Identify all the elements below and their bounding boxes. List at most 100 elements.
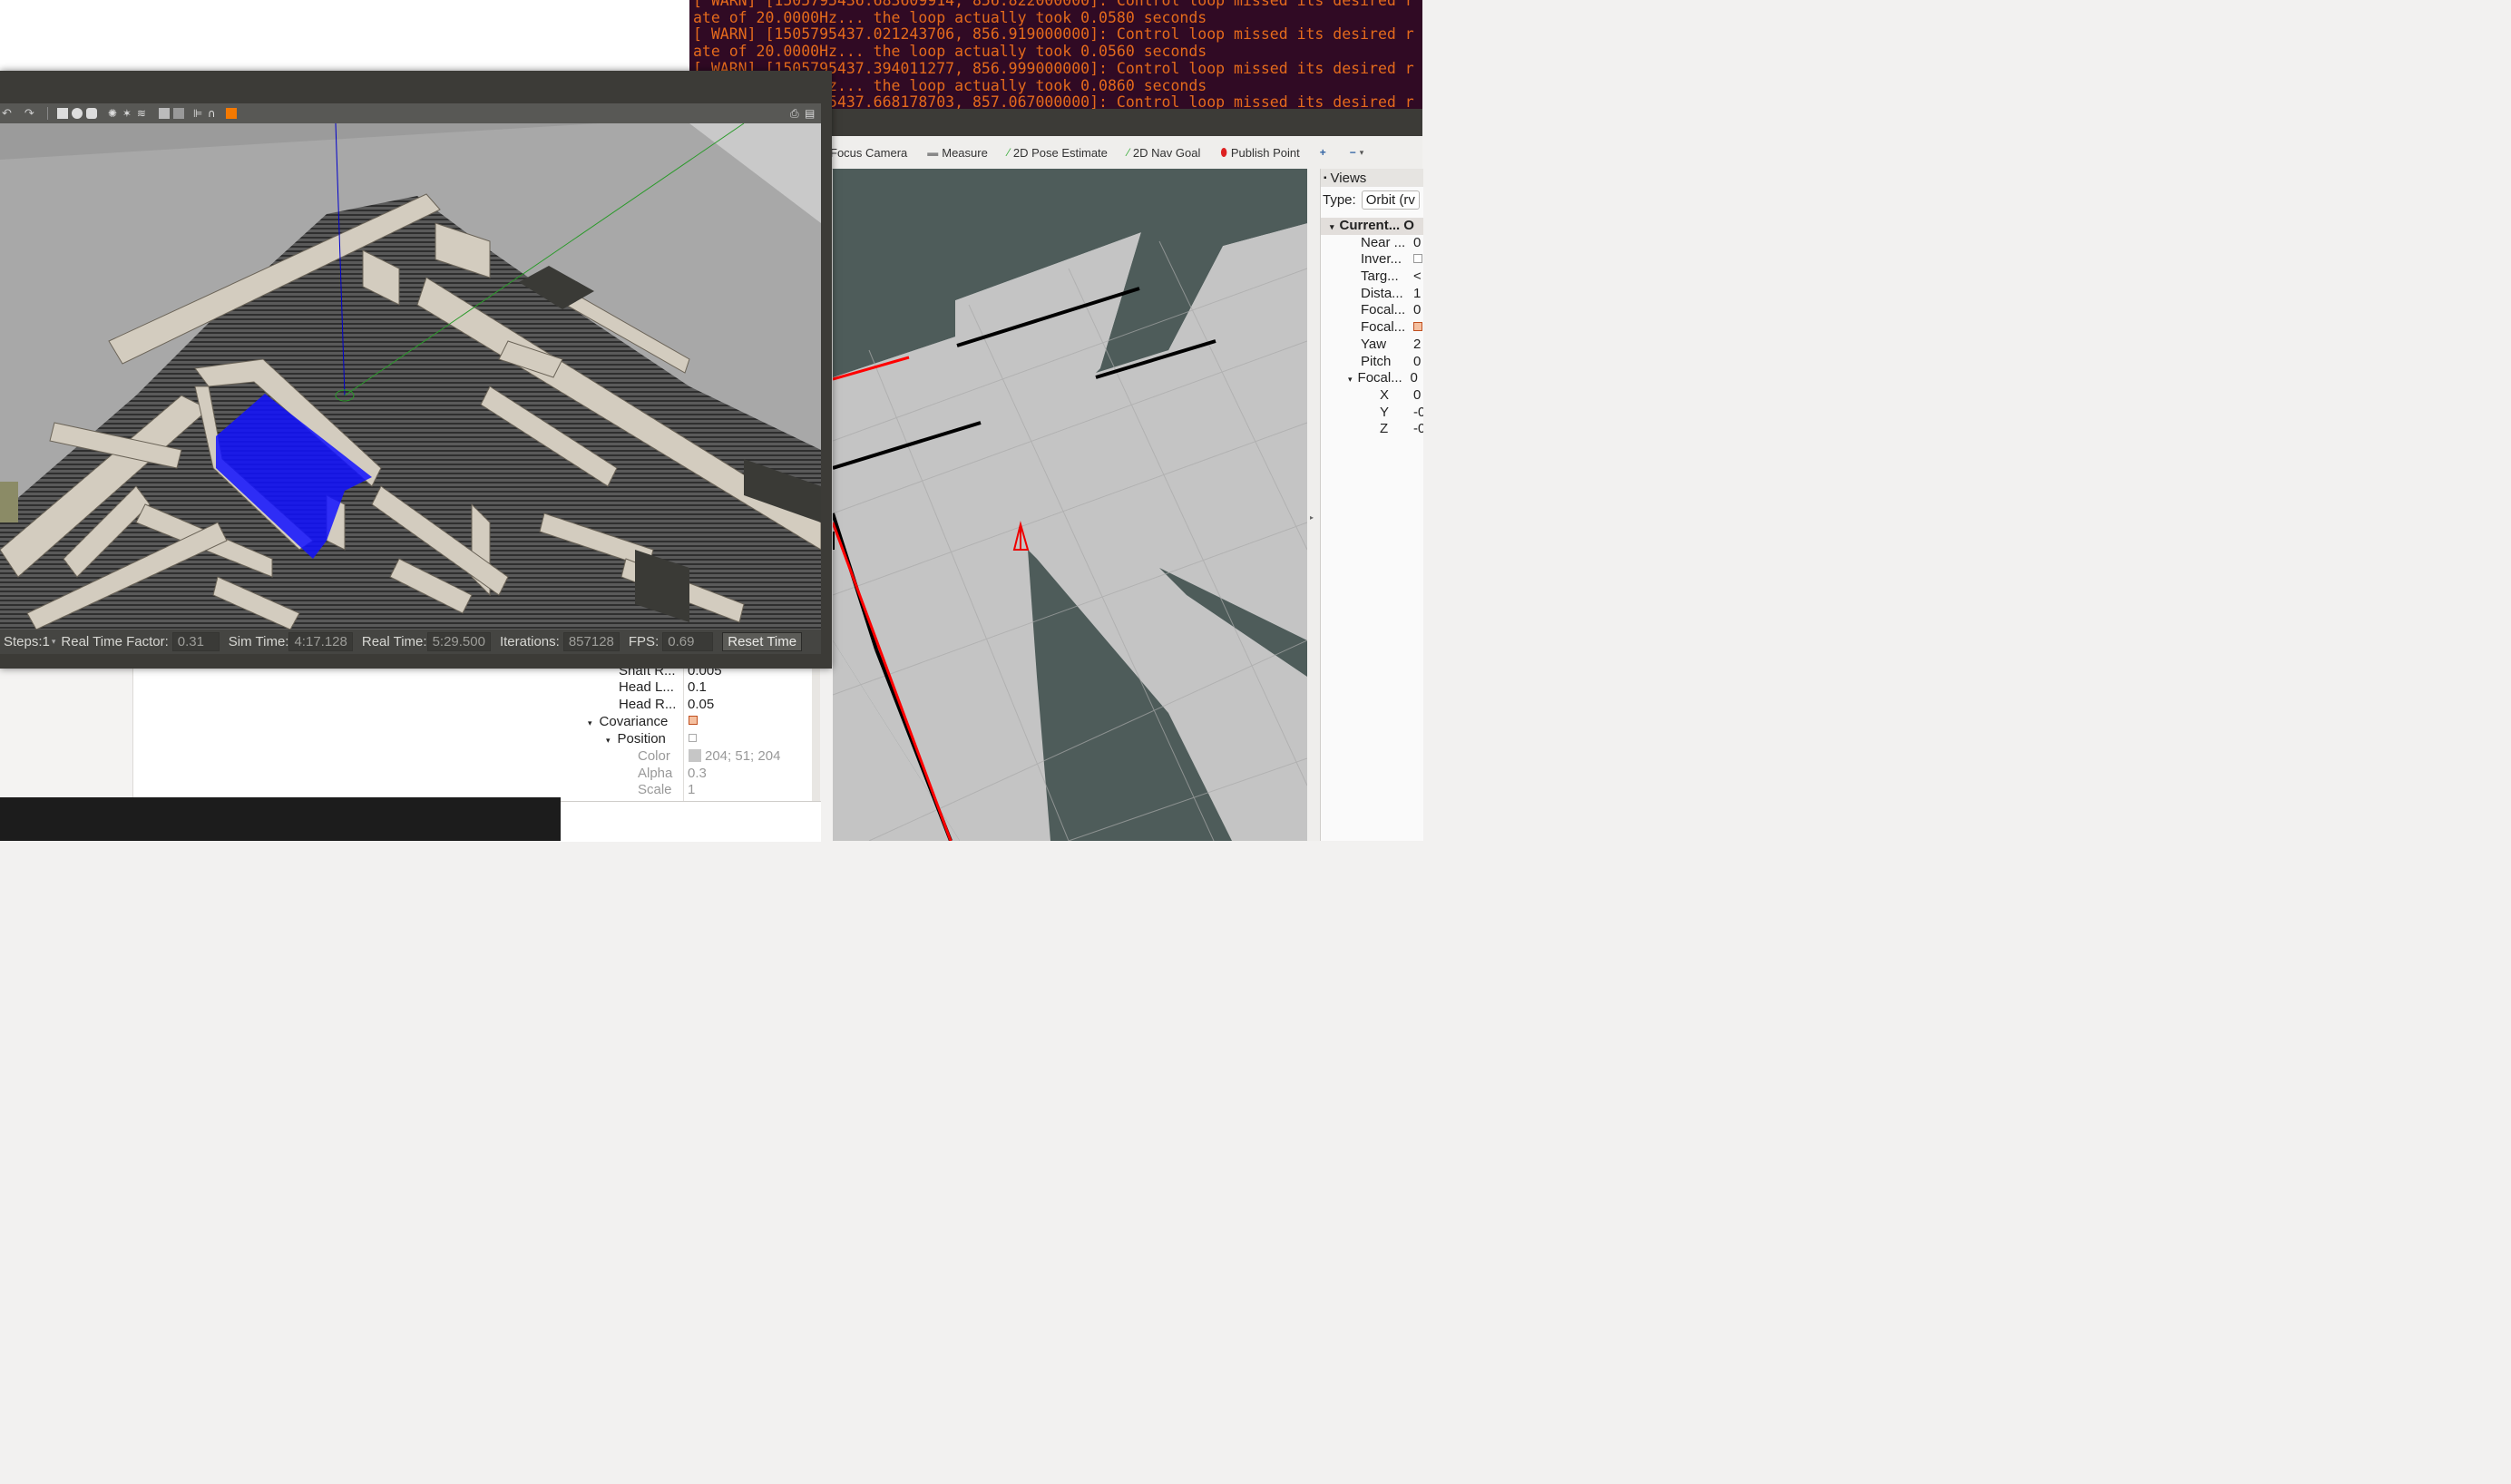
checkbox-checked-icon[interactable] [689,716,698,725]
reset-time-button[interactable]: Reset Time [722,632,803,651]
paste-icon[interactable] [172,108,184,119]
position-row[interactable]: ▾ Position [606,730,666,747]
box-shape-icon[interactable] [56,108,68,119]
background-window [0,0,689,71]
column-divider [683,669,684,801]
views-type-select[interactable]: Orbit (rv [1361,190,1420,210]
gazebo-3d-view[interactable] [0,123,821,630]
iterations-value: 857128 [562,632,620,651]
toolbar-separator [46,107,48,120]
view-focal-group-row[interactable]: ▾ Focal... 0 [1321,370,1423,387]
real-time-value: 5:29.500 [426,632,491,651]
iterations-label: Iterations: [499,634,560,649]
view-prop-row[interactable]: Z -0 [1321,421,1423,438]
publish-point-tool[interactable]: ⬮ Publish Point [1220,146,1299,160]
view-prop-row[interactable]: Focal... [1321,319,1423,337]
rtf-label: Real Time Factor: [61,634,169,649]
color-swatch[interactable] [689,749,701,762]
spot-light-icon[interactable]: ✶ [122,108,133,119]
measure-tool[interactable]: ▬ Measure [927,146,988,160]
record-log-icon[interactable]: ▤ [805,108,816,119]
undo-icon[interactable]: ↶ [2,107,12,121]
directional-light-icon[interactable]: ≋ [137,108,148,119]
view-current-label: Current... [1339,218,1401,233]
fps-label: FPS: [628,634,660,649]
view-current-row[interactable]: ▾ Current... O [1321,218,1423,235]
green-arrow-icon: ⁄ [1007,146,1010,159]
panel-splitter[interactable]: ▸ [1307,169,1320,841]
pose-estimate-tool[interactable]: ⁄ 2D Pose Estimate [1008,146,1108,160]
snap-icon[interactable]: ∩ [208,108,219,119]
align-icon[interactable]: ⊫ [193,108,204,119]
focus-camera-tool[interactable]: Focus Camera [830,146,907,160]
steps-control[interactable]: Steps:1 [4,634,50,649]
chevron-down-icon: ▾ [1359,147,1364,157]
view-prop-row[interactable]: Dista... 1 [1321,286,1423,303]
view-prop-row[interactable]: Y -0 [1321,405,1423,422]
nav-goal-label: 2D Nav Goal [1132,145,1201,160]
view-prop-row[interactable]: Pitch 0 [1321,354,1423,371]
yellow-wall-section [0,482,18,522]
chevron-down-icon: ▾ [588,718,592,727]
property-key: Scale [638,782,672,797]
view-prop-key: Inver... [1361,251,1402,268]
position-label: Position [617,731,666,747]
property-value[interactable]: 1 [688,781,695,798]
measure-label: Measure [942,145,988,160]
views-header[interactable]: ▪ Views [1321,169,1423,187]
fps-value: 0.69 [662,632,714,651]
view-prop-key: Focal... [1361,302,1406,318]
view-prop-key: Focal... [1361,319,1406,336]
steps-spinner-icon[interactable]: ▾ [52,637,56,647]
screenshot-icon[interactable]: ⎙ [790,108,801,119]
view-prop-value: -0 [1413,404,1423,420]
chevron-down-icon: ▾ [1348,375,1353,385]
nav-goal-tool[interactable]: ⁄ 2D Nav Goal [1128,146,1200,160]
checkbox-unchecked-icon[interactable] [1413,254,1422,264]
rviz-scene[interactable] [833,169,1307,841]
add-tool-button[interactable]: + [1320,146,1330,159]
ruler-icon: ▬ [927,146,939,159]
property-value[interactable]: 0.1 [688,679,707,696]
checkbox-unchecked-icon[interactable] [689,734,697,742]
property-value[interactable]: 0.3 [688,765,707,782]
view-prop-row[interactable]: X0 [1321,387,1423,405]
plus-icon: + [1319,146,1326,159]
sphere-shape-icon[interactable] [71,108,83,119]
property-value[interactable]: 0.05 [688,696,714,713]
view-prop-row[interactable]: Inver... [1321,251,1423,268]
property-key: Alpha [638,766,673,781]
rviz-3d-view[interactable] [833,169,1307,841]
covariance-row[interactable]: ▾ Covariance [588,713,668,730]
properties-scrollbar[interactable] [812,669,820,801]
displays-properties-panel: Shaft R... 0.005 Head L... 0.1 Head R...… [561,669,812,801]
views-type-row: Type: Orbit (rv [1321,187,1423,212]
copy-icon[interactable] [158,108,170,119]
property-key: Shaft R... [619,669,676,679]
rtf-value: 0.31 [171,632,220,651]
publish-point-label: Publish Point [1230,145,1300,160]
gazebo-toolbar: ↶ ↷ ✺ ✶ ≋ ⊫ ∩ ⎙ ▤ [0,103,821,123]
cylinder-shape-icon[interactable] [85,108,97,119]
view-prop-value: 0 [1413,302,1422,318]
view-prop-key: Y [1380,404,1390,420]
gazebo-scene[interactable] [0,123,821,630]
property-value[interactable]: 204; 51; 204 [705,747,780,765]
view-prop-row[interactable]: Targ... < [1321,268,1423,286]
view-prop-key: Targ... [1361,268,1399,285]
point-light-icon[interactable]: ✺ [108,108,119,119]
redo-icon[interactable]: ↷ [24,107,34,121]
background-dark-area [0,797,561,841]
view-prop-row[interactable]: Focal... 0 [1321,302,1423,319]
properties-footer [561,801,821,842]
view-prop-value: 0 [1413,386,1422,403]
view-prop-row[interactable]: Yaw 2 [1321,337,1423,354]
chevron-down-icon: ▾ [606,736,611,745]
focus-camera-label: Focus Camera [830,145,908,160]
checkbox-checked-icon[interactable] [1413,322,1422,332]
view-prop-row[interactable]: Near ... 0 [1321,235,1423,252]
terminal-line: [ WARN] [1505795437.021243706, 856.91900… [693,25,1414,44]
remove-tool-button[interactable]: − ▾ [1350,146,1368,159]
view-prop-value: 0 [1413,234,1422,250]
orange-view-icon[interactable] [225,108,237,119]
